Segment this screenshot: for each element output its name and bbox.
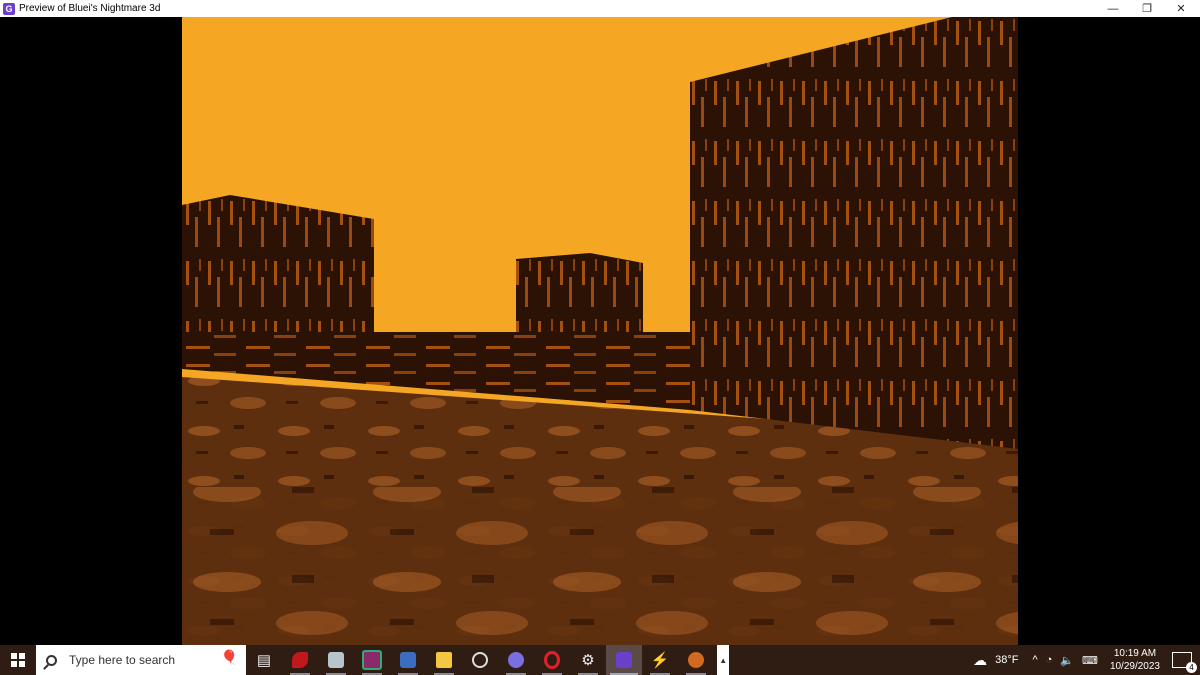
gdevelop-taskbar-icon[interactable] [606,645,642,675]
middle-wall-block [516,253,643,332]
obs-icon[interactable] [462,645,498,675]
game-viewport[interactable] [182,17,1018,645]
game-app-icon[interactable] [678,645,714,675]
network-wifi-icon[interactable]: ◔ [1046,654,1053,666]
window-title-bar: G Preview of Bluei's Nightmare 3d — ❐ ✕ [0,0,1200,17]
show-hidden-icons-chevron-icon[interactable]: ^ [1033,654,1038,666]
discord-icon[interactable] [498,645,534,675]
lightning-app-icon[interactable]: ⚡ [642,645,678,675]
weather-temperature[interactable]: 38°F [995,654,1018,666]
minimize-button[interactable]: — [1096,0,1130,17]
keyboard-icon[interactable]: ⌨ [1082,654,1098,667]
weather-cloud-icon[interactable]: ☁ [973,652,987,669]
clock[interactable]: 10:19 AM 10/29/2023 [1110,647,1160,673]
files-app-icon[interactable] [318,645,354,675]
calculator-icon[interactable] [390,645,426,675]
opera-icon[interactable] [534,645,570,675]
settings-gear-icon[interactable]: ⚙ [570,645,606,675]
right-wall [690,17,1018,449]
clock-date: 10/29/2023 [1109,661,1160,672]
search-placeholder: Type here to search [69,653,176,667]
gdevelop-app-icon: G [3,2,15,15]
notifications-icon[interactable]: 4 [1172,652,1197,673]
start-button[interactable] [0,645,36,675]
system-tray: ▲ ☁ 1 38°F ^ ◔ 🔈 ⌨ 10:19 AM 10/29/2023 4 [717,645,1200,675]
file-explorer-icon[interactable] [426,645,462,675]
notification-count: 4 [1186,662,1197,673]
floor-near [182,487,1018,645]
volume-speaker-icon[interactable]: 🔈 [1060,654,1074,667]
search-highlight-balloons-icon: 🎈 [220,649,238,665]
taskbar: Type here to search 🎈 ▤ ⚙ ⚡ ▲ ☁ 1 38°F ^… [0,645,1200,675]
game-scene [182,17,1018,645]
winrar-icon[interactable] [354,645,390,675]
task-view-icon[interactable]: ▤ [246,645,282,675]
taskbar-search-box[interactable]: Type here to search 🎈 [36,645,246,675]
search-icon [46,654,57,666]
left-wall-block [182,195,374,332]
clock-time: 10:19 AM [1113,648,1157,659]
close-button[interactable]: ✕ [1164,0,1198,17]
window-title: Preview of Bluei's Nightmare 3d [19,3,161,14]
taskbar-scroll-icon[interactable]: ▲ [717,645,730,675]
restore-button[interactable]: ❐ [1130,0,1164,17]
red-app-icon[interactable] [282,645,318,675]
windows-logo-icon [11,653,25,667]
